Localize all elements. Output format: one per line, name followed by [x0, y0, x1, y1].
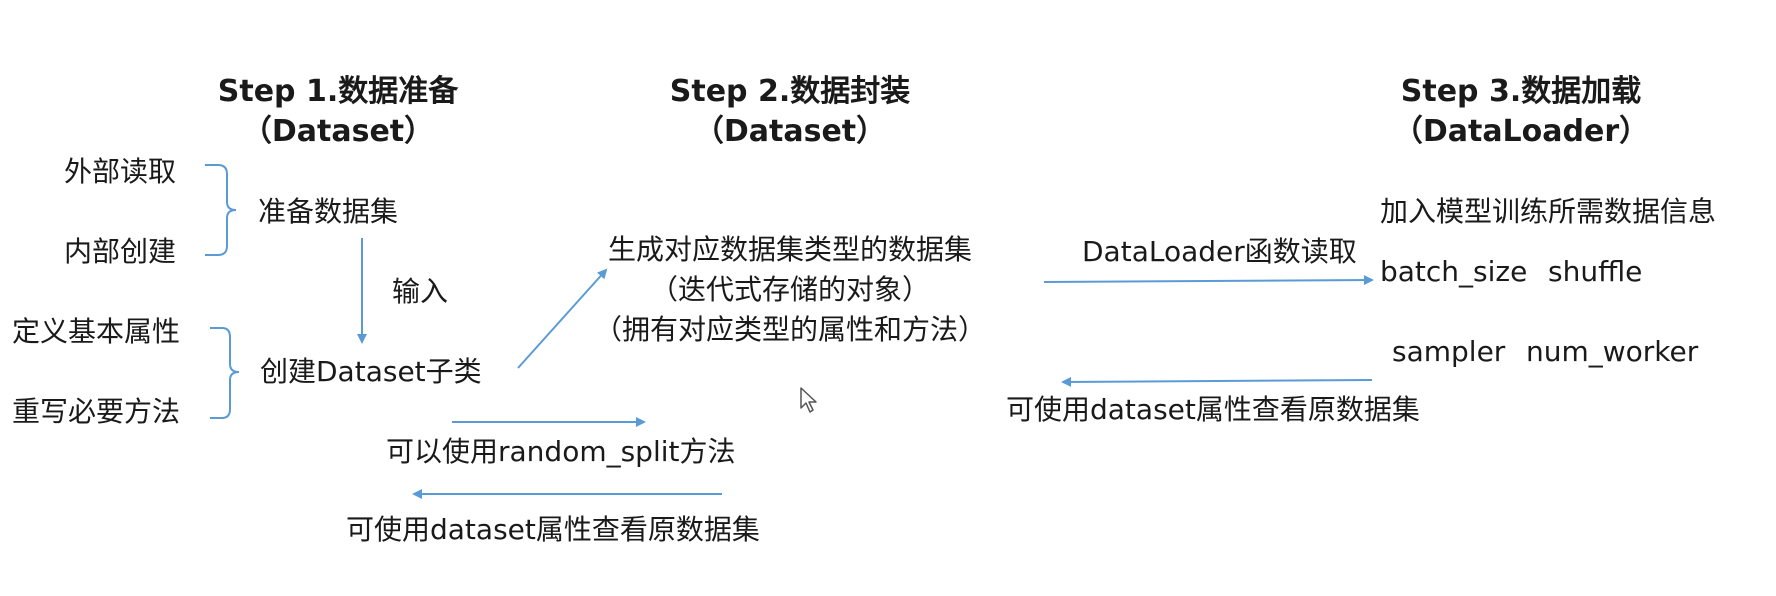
label-typed-attrs: （拥有对应类型的属性和方法） [593, 313, 986, 346]
param-num-worker: num_worker [1526, 335, 1699, 368]
label-create-subclass: 创建Dataset子类 [260, 355, 482, 388]
step1-subtitle: （Dataset） [241, 114, 435, 149]
mouse-cursor-icon [800, 387, 817, 413]
step1-title-text: Step 1.数据准备 [217, 74, 459, 109]
label-iterable-object: （迭代式存储的对象） [649, 273, 930, 306]
step3-title-text: Step 3.数据加载 [1400, 74, 1642, 109]
step2-title-text: Step 2.数据封装 [669, 74, 911, 109]
label-internal-create: 内部创建 [64, 235, 177, 268]
brace-subclass [210, 327, 240, 419]
step3-subtitle: （DataLoader） [1392, 114, 1650, 149]
label-define-attrs: 定义基本属性 [12, 315, 181, 348]
label-view-original-1: 可使用dataset属性查看原数据集 [346, 513, 760, 546]
param-sampler: sampler [1392, 335, 1506, 368]
arrow-view-original-2 [1061, 376, 1373, 387]
param-batch-size: batch_size [1380, 255, 1528, 288]
brace-prepare [205, 164, 237, 256]
step1-title: Step 1.数据准备 （Dataset） [206, 72, 470, 152]
step3-title: Step 3.数据加载 （DataLoader） [1386, 72, 1656, 152]
label-prepare-dataset: 准备数据集 [258, 195, 399, 228]
label-generate-dataset: 生成对应数据集类型的数据集 [607, 233, 972, 266]
arrow-dataloader-read [1043, 275, 1374, 286]
step2-title: Step 2.数据封装 （Dataset） [648, 72, 932, 152]
label-dataloader-read: DataLoader函数读取 [1082, 235, 1357, 268]
label-add-model-info: 加入模型训练所需数据信息 [1380, 195, 1717, 228]
label-view-original-2: 可使用dataset属性查看原数据集 [1006, 393, 1420, 426]
label-random-split: 可以使用random_split方法 [386, 435, 736, 468]
label-override-methods: 重写必要方法 [12, 395, 181, 428]
step2-subtitle: （Dataset） [693, 114, 887, 149]
label-external-read: 外部读取 [64, 155, 177, 188]
param-shuffle: shuffle [1548, 255, 1643, 288]
label-input: 输入 [392, 275, 449, 308]
